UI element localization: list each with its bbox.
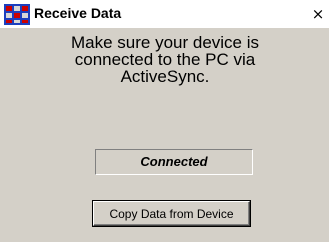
copy-data-button[interactable]: Copy Data from Device	[93, 201, 250, 226]
title-bar[interactable]: Receive Data ×	[0, 0, 329, 28]
message-line: Make sure your device is	[70, 33, 260, 52]
instruction-message: Make sure your device is connected to th…	[40, 34, 290, 85]
connection-status-text: Connected	[140, 154, 208, 169]
receive-data-dialog: Receive Data × Make sure your device is …	[0, 0, 329, 242]
message-line: connected to the PC via	[74, 50, 256, 69]
window-title: Receive Data	[34, 5, 122, 21]
close-icon[interactable]: ×	[312, 5, 325, 23]
close-button[interactable]: ×	[309, 5, 327, 23]
data-grid-icon	[3, 2, 31, 26]
connection-status-box: Connected	[95, 149, 253, 175]
message-line: ActiveSync.	[120, 67, 210, 86]
